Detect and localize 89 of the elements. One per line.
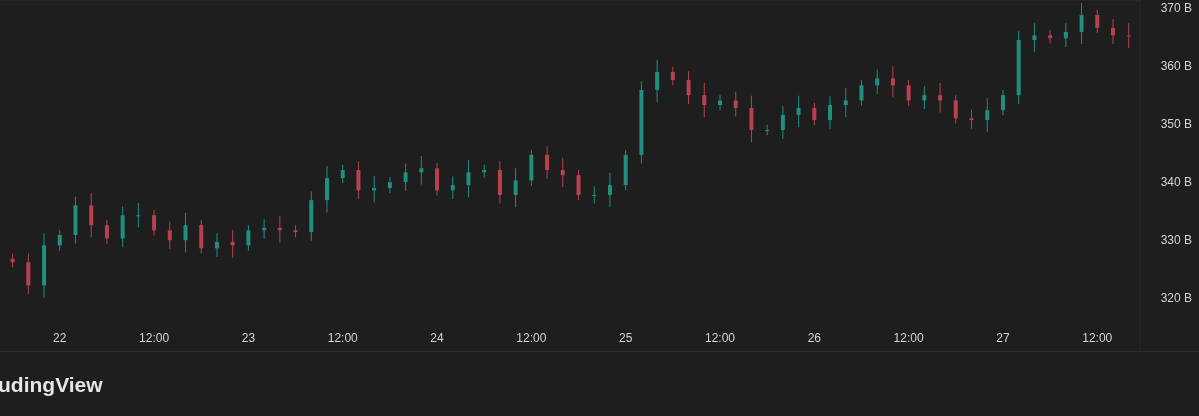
price-axis-label: 320 B (1160, 291, 1192, 306)
price-axis-label: 360 B (1160, 59, 1192, 74)
candlestick (309, 190, 314, 242)
candlestick (702, 82, 707, 118)
candlestick (1032, 22, 1037, 53)
candlestick (120, 206, 125, 248)
candlestick (387, 176, 392, 194)
candlestick (10, 253, 15, 268)
price-axis-label: 370 B (1160, 1, 1192, 16)
candlestick (670, 66, 675, 86)
candlestick (183, 212, 188, 253)
candlestick (922, 85, 927, 110)
candlestick (104, 219, 109, 245)
time-axis-label: 25 (619, 331, 633, 345)
time-axis-label: 27 (996, 331, 1010, 345)
candlestick (576, 169, 581, 201)
candlestick (340, 164, 345, 184)
candlestick (262, 218, 267, 240)
candlestick (985, 97, 990, 133)
candlestick (435, 162, 440, 196)
candlestick (1079, 2, 1084, 45)
candlestick (828, 95, 833, 130)
candlestick (73, 196, 78, 245)
candlestick (875, 69, 880, 95)
price-axis-label: 350 B (1160, 117, 1192, 132)
candlestick (953, 94, 958, 125)
candlestick (152, 209, 157, 237)
candlestick (780, 105, 785, 140)
time-axis-label: 22 (53, 331, 67, 345)
time-axis-label: 23 (241, 331, 256, 345)
candlestick (277, 215, 282, 243)
time-axis-label: 24 (430, 331, 444, 345)
candlestick (749, 95, 754, 143)
candlestick (1095, 9, 1100, 34)
candlestick (136, 202, 141, 228)
candlestick (686, 70, 691, 105)
candlestick (419, 155, 424, 185)
candlestick (969, 109, 974, 130)
candlestick (356, 160, 361, 200)
time-axis-label: 12:00 (516, 331, 547, 345)
candlestick (450, 175, 455, 200)
candlestick (545, 145, 550, 180)
candlestick (560, 157, 565, 188)
candlestick (167, 221, 172, 250)
candlestick (482, 164, 487, 179)
candlestick (1048, 29, 1053, 44)
candlestick (1111, 18, 1115, 45)
time-axis-label: 12:00 (705, 331, 735, 345)
candlestick (1000, 89, 1005, 116)
candlestick (372, 175, 377, 203)
candlestick (655, 59, 660, 103)
candlestick (42, 232, 47, 299)
candlestick (293, 224, 298, 238)
candlestick (1126, 22, 1131, 49)
candlestick (812, 102, 817, 126)
brand-wordmark: udingView (0, 373, 103, 395)
candlestick (796, 95, 801, 128)
candlestick (718, 94, 722, 111)
candlestick (938, 82, 943, 114)
candlestick (592, 185, 597, 205)
time-axis-label: 26 (807, 331, 821, 345)
candlestick (733, 91, 738, 118)
candlestick (497, 160, 502, 205)
time-axis-label: 12:00 (139, 331, 170, 345)
candlestick (765, 124, 770, 136)
candlestick (466, 159, 471, 198)
price-axis-label: 340 B (1160, 175, 1192, 190)
candlestick (890, 65, 895, 98)
candlestick (199, 219, 204, 255)
candlestick (57, 229, 62, 252)
time-axis-label: 12:00 (1082, 331, 1113, 345)
candlestick (513, 167, 518, 208)
candlestick (843, 87, 848, 118)
candlestick (26, 253, 31, 295)
candlestick (246, 224, 251, 252)
price-axis-label: 330 B (1160, 233, 1192, 248)
candlestick (325, 165, 329, 213)
time-axis-label: 12:00 (327, 331, 358, 345)
candlestick (529, 149, 534, 187)
candlestick (906, 79, 911, 107)
candlestick (1063, 22, 1068, 48)
candlestick (89, 192, 94, 238)
candlestick (403, 163, 408, 192)
candlestick (214, 232, 219, 258)
candlestick (859, 79, 864, 107)
time-axis-label: 12:00 (893, 331, 924, 345)
candlestick (623, 149, 628, 191)
candlestick (607, 172, 612, 208)
candlestick (230, 229, 235, 259)
